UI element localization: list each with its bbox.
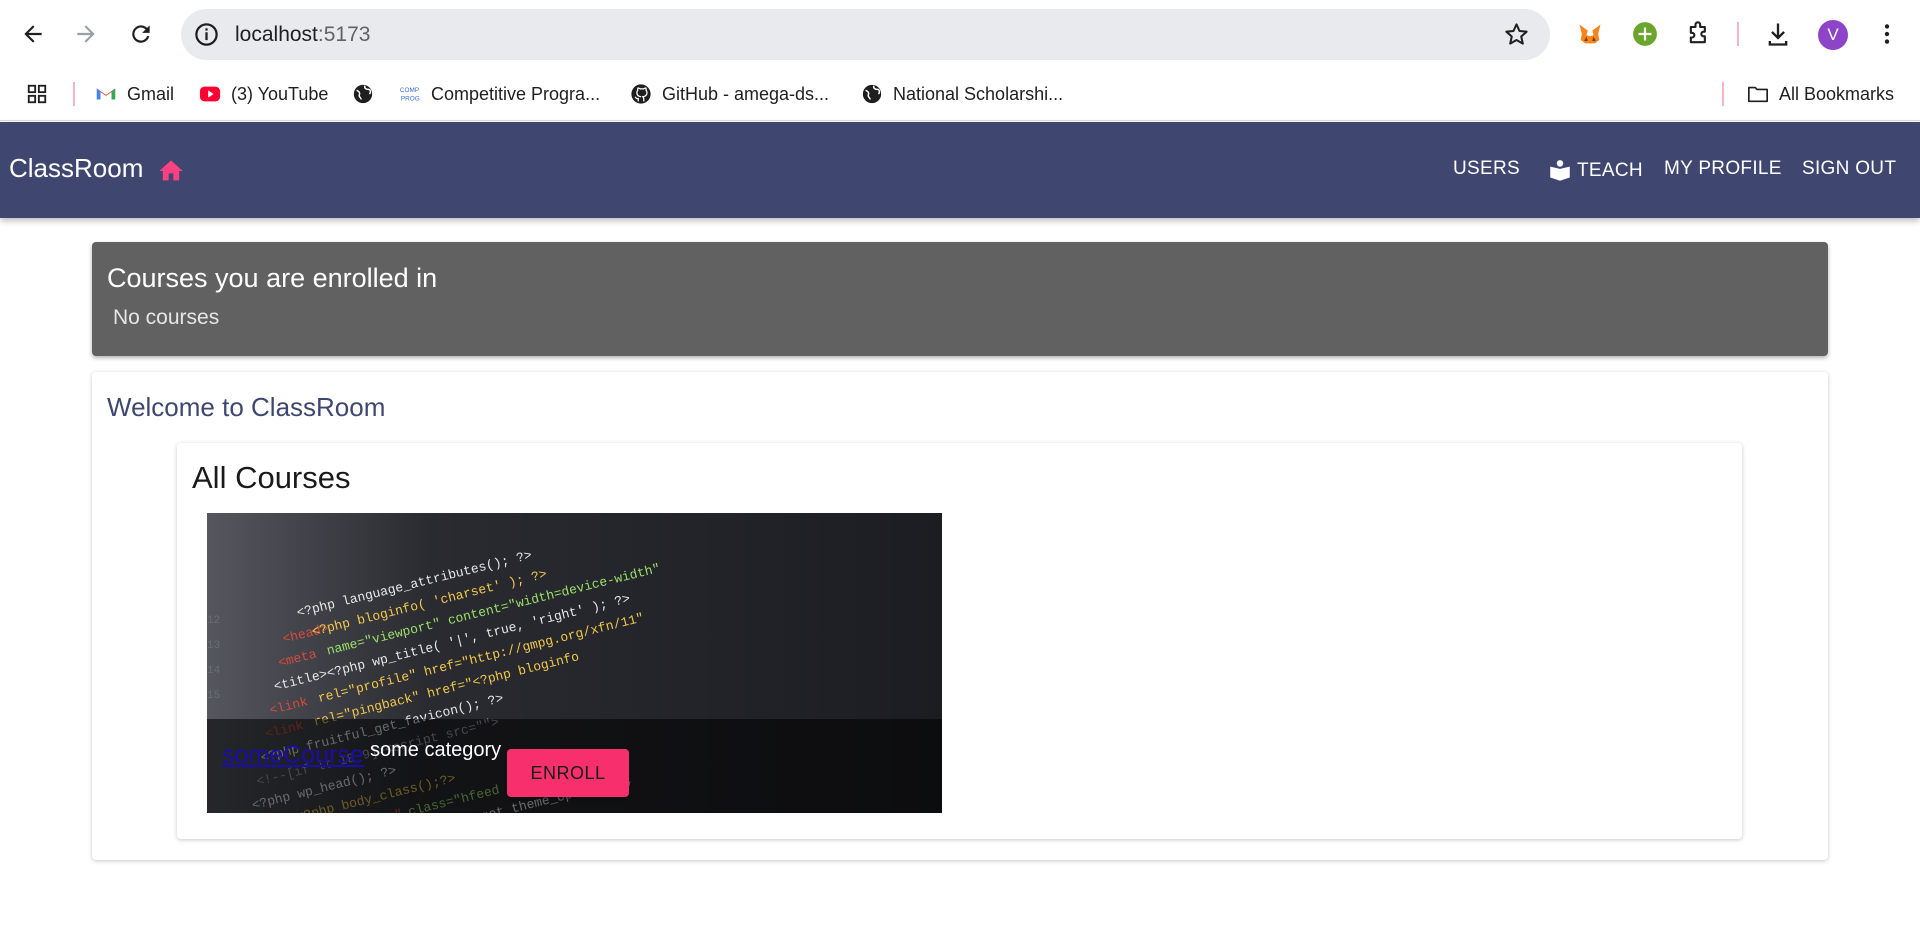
folder-icon <box>1748 86 1768 103</box>
bookmark-globe[interactable] <box>352 80 374 108</box>
apps-grid-button[interactable] <box>26 80 48 108</box>
github-icon <box>631 84 651 104</box>
globe-icon <box>862 84 882 104</box>
teach-book-icon <box>1550 160 1570 181</box>
arrow-right-icon <box>77 25 95 43</box>
course-name-link[interactable]: someCourse <box>222 741 364 770</box>
plus-extension-icon[interactable] <box>1630 19 1660 49</box>
metamask-extension-icon[interactable] <box>1575 19 1605 49</box>
youtube-icon <box>199 86 221 102</box>
bookmarks-bar: Gmail (3) YouTube COMP PROG Competitive P… <box>0 68 1920 121</box>
svg-text:14: 14 <box>207 665 221 677</box>
reload-button[interactable] <box>121 14 161 54</box>
profile-avatar[interactable]: V <box>1818 20 1848 50</box>
arrow-left-icon <box>24 25 42 43</box>
course-info-bar: someCourse some category ENROLL <box>207 719 942 813</box>
reload-icon <box>132 25 150 43</box>
bookmark-competitive-programming[interactable]: COMP PROG Competitive Progra... <box>399 80 600 108</box>
app-header: ClassRoom USERS TEACH MY PROFILE SIGN OU… <box>0 122 1920 218</box>
svg-text:COMP: COMP <box>400 87 419 94</box>
bookmarks-divider <box>1722 82 1724 106</box>
nav-my-profile[interactable]: MY PROFILE <box>1664 158 1782 180</box>
enroll-button[interactable]: ENROLL <box>507 749 629 797</box>
bookmark-star-icon[interactable] <box>1503 21 1530 48</box>
enrolled-title: Courses you are enrolled in <box>107 263 438 293</box>
toolbar-divider <box>1737 22 1739 46</box>
downloads-icon[interactable] <box>1763 19 1793 49</box>
no-courses-text: No courses <box>113 306 220 329</box>
browser-toolbar: localhost:5173 V <box>0 0 1920 68</box>
bookmark-national-scholarship[interactable]: National Scholarshi... <box>861 80 1063 108</box>
kebab-menu-icon[interactable] <box>1872 19 1902 49</box>
nav-users[interactable]: USERS <box>1453 158 1520 180</box>
welcome-card: Welcome to ClassRoom All Courses <?php l… <box>92 372 1828 860</box>
bookmark-youtube[interactable]: (3) YouTube <box>199 80 328 108</box>
apps-grid-icon <box>27 84 47 104</box>
extensions-puzzle-icon[interactable] <box>1684 19 1714 49</box>
url-text: localhost:5173 <box>235 23 371 46</box>
address-bar[interactable]: localhost:5173 <box>181 9 1550 60</box>
bookmark-github[interactable]: GitHub - amega-ds... <box>630 80 829 108</box>
course-tile[interactable]: <?php language_attributes(); ?> <head> <… <box>207 513 942 813</box>
gmail-icon <box>96 88 116 100</box>
comp-prog-icon: COMPPROG <box>400 87 420 102</box>
globe-icon <box>353 84 373 104</box>
enrolled-courses-panel: Courses you are enrolled in No courses <box>92 242 1828 356</box>
bookmarks-divider <box>73 82 75 106</box>
site-info-icon[interactable] <box>193 21 220 48</box>
all-courses-title: All Courses <box>192 460 351 495</box>
nav-sign-out[interactable]: SIGN OUT <box>1802 158 1896 180</box>
back-button[interactable] <box>13 14 53 54</box>
course-category: some category <box>370 739 502 761</box>
forward-button[interactable] <box>66 14 106 54</box>
all-courses-card: All Courses <?php language_attributes();… <box>177 443 1742 839</box>
nav-teach[interactable]: TEACH <box>1547 158 1643 184</box>
all-bookmarks-button[interactable]: All Bookmarks <box>1747 80 1894 108</box>
svg-text:13: 13 <box>207 640 220 652</box>
svg-text:15: 15 <box>207 690 220 702</box>
bookmark-gmail[interactable]: Gmail <box>95 80 174 108</box>
home-icon[interactable] <box>157 157 185 185</box>
brand-title[interactable]: ClassRoom <box>9 153 143 184</box>
welcome-title: Welcome to ClassRoom <box>107 392 386 422</box>
svg-text:PROG: PROG <box>401 95 420 102</box>
svg-text:12: 12 <box>207 615 220 627</box>
